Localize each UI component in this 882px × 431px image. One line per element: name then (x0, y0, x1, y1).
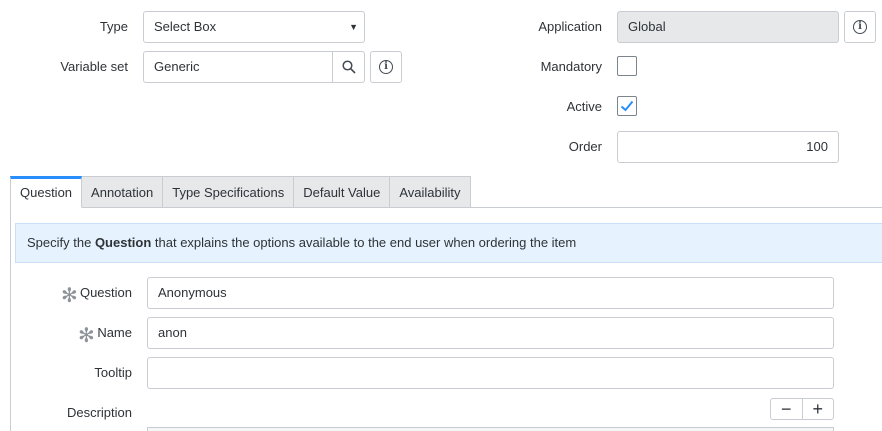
type-select-value: Select Box (154, 19, 217, 34)
caret-down-icon: ▼ (349, 22, 358, 32)
tab-bar: Question Annotation Type Specifications … (10, 176, 471, 208)
checkmark-icon (620, 100, 634, 112)
name-input[interactable]: anon (147, 317, 834, 349)
application-field: Global (617, 11, 839, 43)
tooltip-input[interactable] (147, 357, 834, 389)
info-icon: i (853, 20, 867, 34)
info-icon: i (379, 60, 393, 74)
notice-text-pre: Specify the (27, 235, 95, 250)
plus-icon[interactable]: + (803, 399, 834, 419)
variable-set-lookup-button[interactable] (332, 51, 365, 83)
order-input[interactable]: 100 (617, 131, 839, 163)
active-checkbox[interactable] (617, 96, 637, 116)
notice-text-bold: Question (94, 235, 152, 250)
name-label: Name (97, 325, 132, 340)
tab-type-specifications[interactable]: Type Specifications (163, 176, 295, 208)
question-label: Question (79, 285, 132, 300)
tab-availability[interactable]: Availability (390, 176, 471, 208)
tooltip-label: Tooltip (94, 365, 132, 380)
variable-set-input[interactable]: Generic (143, 51, 333, 83)
description-editor[interactable] (147, 427, 834, 431)
question-value: Anonymous (158, 285, 227, 300)
notice-text-post: that explains the options available to t… (151, 235, 577, 250)
description-label: Description (66, 405, 132, 420)
tab-default-value[interactable]: Default Value (294, 176, 391, 208)
variable-set-label: Variable set (60, 59, 128, 74)
application-value: Global (628, 19, 666, 34)
tab-divider (451, 207, 882, 208)
variable-set-value: Generic (154, 59, 200, 74)
tab-question[interactable]: Question (10, 176, 83, 208)
tab-panel-border (10, 207, 11, 431)
search-icon (341, 60, 356, 74)
application-label: Application (538, 19, 602, 34)
type-select[interactable]: Select Box ▼ (143, 11, 365, 43)
mandatory-label: Mandatory (540, 59, 602, 74)
question-input[interactable]: Anonymous (147, 277, 834, 309)
minus-icon[interactable]: − (771, 399, 803, 419)
order-value: 100 (806, 139, 828, 154)
application-info-button[interactable]: i (844, 11, 876, 43)
info-notice: Specify the Question that explains the o… (15, 223, 882, 263)
order-label: Order (568, 139, 602, 154)
tab-annotation[interactable]: Annotation (82, 176, 164, 208)
variable-set-info-button[interactable]: i (370, 51, 402, 83)
active-label: Active (566, 99, 602, 114)
type-label: Type (99, 19, 128, 34)
name-value: anon (158, 325, 187, 340)
editor-size-controls: − + (770, 398, 834, 420)
mandatory-checkbox[interactable] (617, 56, 637, 76)
